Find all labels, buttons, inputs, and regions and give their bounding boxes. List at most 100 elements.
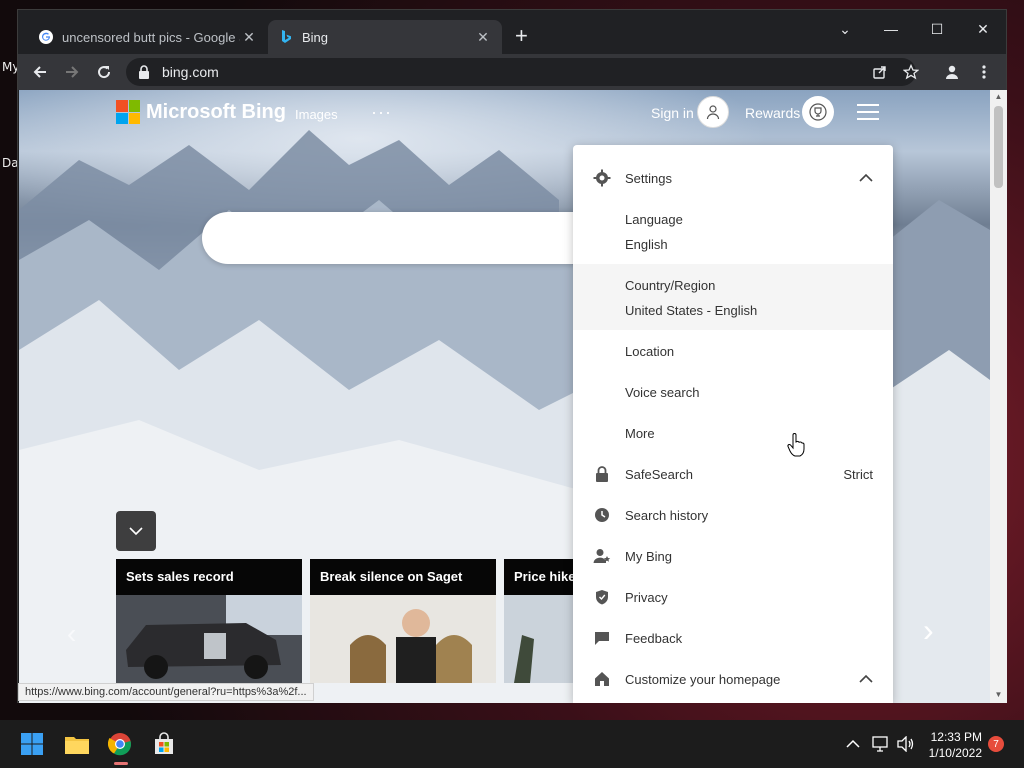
clock-icon	[593, 506, 611, 524]
avatar[interactable]	[697, 96, 729, 128]
google-icon	[39, 30, 53, 44]
notification-badge[interactable]: 7	[988, 736, 1004, 752]
voice-search-setting[interactable]: Voice search	[573, 382, 893, 402]
rewards-button[interactable]	[802, 96, 834, 128]
gear-icon	[593, 169, 611, 187]
bing-logo[interactable]: Microsoft Bing	[116, 100, 286, 124]
settings-header-label: Settings	[625, 170, 672, 186]
shield-icon	[593, 588, 611, 606]
user-icon	[706, 105, 720, 120]
carousel-next-button[interactable]: ›	[923, 612, 934, 649]
scroll-up-arrow-icon[interactable]: ▲	[993, 92, 1004, 101]
close-tab-icon[interactable]: ✕	[240, 29, 258, 46]
sign-in-link[interactable]: Sign in	[651, 105, 694, 121]
tab-search-button[interactable]: ⌄	[827, 16, 863, 42]
search-history-setting[interactable]: Search history	[573, 505, 893, 525]
share-button[interactable]	[867, 59, 893, 85]
clock-date: 1/10/2022	[928, 746, 982, 760]
reload-button[interactable]	[91, 59, 117, 85]
safesearch-setting[interactable]: SafeSearch Strict	[573, 464, 893, 484]
bookmark-button[interactable]	[898, 59, 924, 85]
trophy-icon	[809, 103, 827, 121]
language-setting[interactable]: Language English	[573, 200, 893, 260]
reload-icon	[98, 66, 111, 79]
link-status-bar: https://www.bing.com/account/general?ru=…	[18, 683, 314, 701]
feedback-label: Feedback	[625, 630, 683, 646]
country-label: Country/Region	[625, 278, 716, 293]
new-tab-button[interactable]: +	[515, 24, 528, 48]
profile-button[interactable]	[939, 59, 965, 85]
chevron-down-icon	[129, 527, 143, 536]
store-bag-icon	[155, 732, 173, 754]
tab-google[interactable]: uncensored butt pics - Google Se ✕	[28, 20, 268, 54]
my-bing-label: My Bing	[625, 548, 672, 564]
nav-images-link[interactable]: Images	[295, 107, 338, 122]
tab-strip: uncensored butt pics - Google Se ✕ Bing …	[18, 10, 1006, 54]
taskbar-clock[interactable]: 12:33 PM 1/10/2022	[920, 729, 982, 761]
car-image	[116, 595, 302, 683]
store-button[interactable]	[150, 730, 178, 758]
network-icon[interactable]	[872, 736, 890, 755]
more-label: More	[625, 425, 655, 441]
celebrity-photo-image	[310, 595, 496, 683]
arrow-right-icon	[66, 66, 79, 78]
chrome-taskbar-button[interactable]	[106, 730, 134, 758]
close-window-button[interactable]: ✕	[965, 16, 1001, 42]
share-icon	[873, 66, 886, 79]
more-settings[interactable]: More	[573, 423, 893, 443]
microsoft-logo-icon	[116, 100, 140, 124]
tab-bing[interactable]: Bing ✕	[268, 20, 502, 54]
nav-more-button[interactable]: ···	[371, 102, 392, 123]
user-star-icon	[593, 547, 611, 565]
privacy-setting[interactable]: Privacy	[573, 587, 893, 607]
windows-logo-icon	[21, 733, 43, 755]
my-bing-setting[interactable]: My Bing	[573, 546, 893, 566]
file-explorer-button[interactable]	[63, 730, 91, 758]
customize-homepage-setting[interactable]: Customize your homepage	[573, 669, 893, 689]
lock-icon	[139, 65, 149, 79]
settings-header[interactable]: Settings	[573, 162, 893, 194]
active-app-indicator	[114, 762, 128, 765]
country-value: United States - English	[625, 303, 758, 318]
arrow-left-icon	[33, 66, 46, 78]
voice-search-label: Voice search	[625, 384, 700, 400]
taskbar: 12:33 PM 1/10/2022 7	[0, 720, 1024, 768]
browser-toolbar: bing.com	[18, 54, 1006, 90]
scrollbar-thumb[interactable]	[994, 106, 1003, 188]
folder-icon	[65, 737, 89, 754]
chevron-up-icon	[859, 171, 873, 186]
volume-icon[interactable]	[897, 735, 915, 755]
news-card[interactable]: Sets sales record	[116, 559, 302, 683]
search-history-label: Search history	[625, 507, 709, 523]
language-label: Language	[625, 212, 683, 227]
settings-dropdown-panel: Settings Language English Country/Region…	[573, 145, 893, 703]
bing-homepage: Microsoft Bing Images ··· Sign in Reward…	[19, 90, 990, 703]
start-button[interactable]	[18, 730, 46, 758]
news-card[interactable]: Price hike	[504, 559, 574, 683]
rewards-link[interactable]: Rewards	[745, 105, 800, 121]
country-region-setting[interactable]: Country/Region United States - English	[573, 264, 893, 330]
news-card[interactable]: Break silence on Saget	[310, 559, 496, 683]
scroll-down-arrow-icon[interactable]: ▼	[993, 690, 1004, 699]
menu-button[interactable]	[971, 59, 997, 85]
tab-title: Bing	[302, 29, 329, 45]
search-input[interactable]	[202, 212, 602, 264]
forward-button[interactable]	[59, 59, 85, 85]
lock-icon	[593, 465, 611, 483]
hand-cursor-icon	[787, 433, 805, 457]
back-button[interactable]	[27, 59, 53, 85]
address-bar[interactable]: bing.com	[126, 58, 916, 86]
tray-overflow-chevron-icon[interactable]	[846, 736, 860, 752]
minimize-button[interactable]: —	[873, 16, 909, 42]
feedback-setting[interactable]: Feedback	[573, 628, 893, 648]
maximize-button[interactable]: ☐	[919, 16, 955, 42]
hamburger-menu-icon[interactable]	[857, 104, 879, 120]
carousel-prev-button[interactable]: ‹	[67, 618, 76, 650]
bing-icon	[282, 30, 291, 43]
location-setting[interactable]: Location	[573, 341, 893, 361]
news-card-title: Break silence on Saget	[310, 559, 496, 595]
tab-title: uncensored butt pics - Google Se	[62, 29, 240, 45]
scroll-down-button[interactable]	[116, 511, 156, 551]
customize-homepage-label: Customize your homepage	[625, 671, 781, 687]
close-tab-icon[interactable]: ✕	[474, 29, 492, 46]
